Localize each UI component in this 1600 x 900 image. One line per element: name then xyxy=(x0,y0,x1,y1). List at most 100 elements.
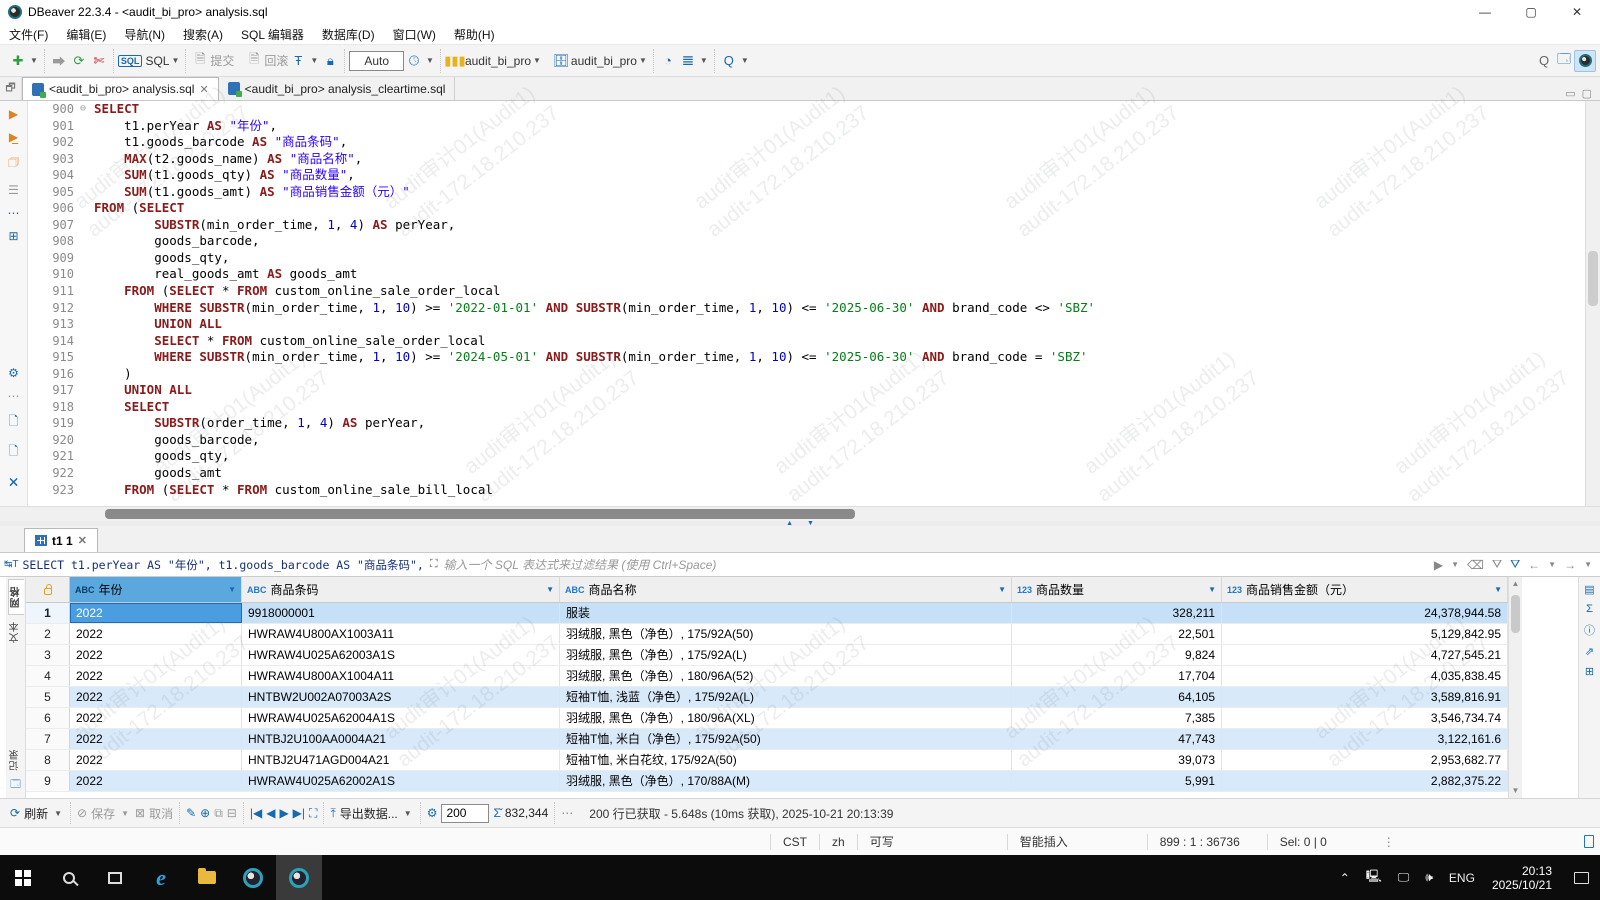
tab-analysis-cleartime-sql[interactable]: <audit_bi_pro> analysis_cleartime.sql xyxy=(219,77,456,100)
export-label[interactable]: 导出数据... xyxy=(340,805,398,822)
cell[interactable]: 短袖T恤, 浅蓝（净色）, 175/92A(L) xyxy=(560,687,1012,707)
execute-script-icon[interactable]: ▶̲ xyxy=(9,130,18,144)
tab-close-icon[interactable]: ✕ xyxy=(199,83,208,96)
save-dropdown[interactable]: ▼ xyxy=(121,809,129,818)
cell[interactable]: 2022 xyxy=(70,666,242,686)
code-line[interactable]: 908 goods_barcode, xyxy=(28,233,1585,250)
export-icon[interactable]: ⤒ xyxy=(330,806,335,821)
scrollbar-thumb[interactable] xyxy=(1511,595,1520,633)
code-area[interactable]: 900⊖SELECT901 t1.perYear AS "年份",902 t1.… xyxy=(28,101,1585,506)
code-line[interactable]: 922 goods_amt xyxy=(28,465,1585,482)
connect-icon[interactable]: ⮕ xyxy=(49,51,69,71)
cell[interactable]: HWRAW4U025A62004A1S xyxy=(242,708,560,728)
cell[interactable]: 羽绒服, 黑色（净色）, 180/96A(XL) xyxy=(560,708,1012,728)
clear-filter-icon[interactable]: ⌫ xyxy=(1467,558,1484,572)
cell[interactable]: 2022 xyxy=(70,645,242,665)
fetch-size-input[interactable] xyxy=(441,804,489,823)
grid-view-tab[interactable]: 网格 xyxy=(8,579,24,615)
code-line[interactable]: 920 goods_barcode, xyxy=(28,432,1585,449)
minimize-button[interactable]: — xyxy=(1462,0,1508,24)
export-dropdown[interactable]: ▼ xyxy=(404,809,412,818)
file-explorer-icon[interactable] xyxy=(184,855,230,900)
datasource-dropdown[interactable]: ▼ xyxy=(533,56,541,65)
cell[interactable]: 64,105 xyxy=(1012,687,1222,707)
menu-item-0[interactable]: 文件(F) xyxy=(0,24,57,44)
compare-dropdown[interactable]: ▼ xyxy=(700,56,708,65)
result-settings-gear-icon[interactable]: ⚙ xyxy=(427,806,438,820)
script-export-icon[interactable]: 🗋 xyxy=(9,412,19,433)
cancel-icon[interactable]: ⊠ xyxy=(135,806,145,820)
code-line[interactable]: 904 SUM(t1.goods_qty) AS "商品数量", xyxy=(28,167,1585,184)
search-icon[interactable]: Q xyxy=(719,51,739,71)
cell[interactable]: 328,211 xyxy=(1012,603,1222,623)
notification-center-icon[interactable] xyxy=(1562,855,1600,900)
new-connection-dropdown[interactable]: ▼ xyxy=(30,56,38,65)
restore-panel-icon[interactable]: 🗗 xyxy=(0,77,22,100)
datasource-select[interactable]: audit_bi_pro xyxy=(465,54,531,68)
column-filter-icon[interactable]: ▼ xyxy=(228,585,236,594)
history-forward-icon[interactable]: → xyxy=(1564,558,1576,572)
row-header-corner[interactable] xyxy=(26,577,70,602)
code-line[interactable]: 907 SUBSTR(min_order_time, 1, 4) AS perY… xyxy=(28,217,1585,234)
statement-list-icon[interactable]: ☰ xyxy=(8,183,19,197)
cell[interactable]: 5,991 xyxy=(1012,771,1222,791)
filter-settings-icon[interactable]: ⛛ xyxy=(1492,557,1502,572)
filter-query-text[interactable]: SELECT t1.perYear AS "年份", t1.goods_barc… xyxy=(23,557,424,573)
forward-dropdown-icon[interactable]: ▼ xyxy=(1584,560,1592,569)
cell[interactable]: 羽绒服, 黑色（净色）, 175/92A(L) xyxy=(560,645,1012,665)
back-dropdown-icon[interactable]: ▼ xyxy=(1548,560,1556,569)
cell[interactable]: 短袖T恤, 米白（净色）, 175/92A(50) xyxy=(560,729,1012,749)
cell[interactable]: 羽绒服, 黑色（净色）, 170/88A(M) xyxy=(560,771,1012,791)
disconnect-icon[interactable]: ✄ xyxy=(89,51,109,71)
cell[interactable]: HWRAW4U025A62003A1S xyxy=(242,645,560,665)
row-number[interactable]: 6 xyxy=(26,708,70,728)
dashboard-icon[interactable]: ◔ xyxy=(658,51,678,71)
first-page-icon[interactable]: |◀ xyxy=(250,806,262,820)
code-line[interactable]: 915 WHERE SUBSTR(min_order_time, 1, 10) … xyxy=(28,349,1585,366)
row-number[interactable]: 2 xyxy=(26,624,70,644)
database-select[interactable]: audit_bi_pro xyxy=(571,54,637,68)
prev-page-icon[interactable]: ◀ xyxy=(266,806,275,820)
maximize-button[interactable]: ▢ xyxy=(1508,0,1554,24)
cell[interactable]: 2,882,375.22 xyxy=(1222,771,1508,791)
cell[interactable]: 2022 xyxy=(70,750,242,770)
cell[interactable]: HWRAW4U800AX1004A11 xyxy=(242,666,560,686)
refresh-label[interactable]: 刷新 xyxy=(24,805,48,822)
menu-item-6[interactable]: 窗口(W) xyxy=(384,24,445,44)
tab-analysis-sql[interactable]: <audit_bi_pro> analysis.sql ✕ xyxy=(22,77,219,100)
table-row-9[interactable]: 92022HWRAW4U025A62002A1S羽绒服, 黑色（净色）, 170… xyxy=(26,771,1508,792)
column-filter-icon[interactable]: ▼ xyxy=(1494,585,1502,594)
save-icon[interactable]: ⊘ xyxy=(77,806,87,820)
start-button[interactable] xyxy=(0,855,46,900)
editor-horizontal-scrollbar[interactable] xyxy=(0,506,1600,521)
menu-item-4[interactable]: SQL 编辑器 xyxy=(232,24,313,44)
text-view-tab[interactable]: 文本 xyxy=(8,615,23,649)
transaction-dropdown[interactable]: ▼ xyxy=(310,56,318,65)
row-count-icon[interactable]: Σ̌ xyxy=(493,806,500,820)
row-number[interactable]: 8 xyxy=(26,750,70,770)
code-line[interactable]: 911 FROM (SELECT * FROM custom_online_sa… xyxy=(28,283,1585,300)
query-log-icon[interactable]: ⊞ xyxy=(8,229,18,243)
compare-icon[interactable]: 𝌆 xyxy=(678,51,698,71)
cell[interactable]: 3,546,734.74 xyxy=(1222,708,1508,728)
cell[interactable]: 17,704 xyxy=(1012,666,1222,686)
cancel-label[interactable]: 取消 xyxy=(149,805,173,822)
minimize-editor-icon[interactable]: ▭ xyxy=(1565,87,1575,100)
cell[interactable]: 2022 xyxy=(70,771,242,791)
column-header-2[interactable]: ABC商品名称▼ xyxy=(560,577,1012,602)
scroll-up-icon[interactable]: ▲ xyxy=(1509,577,1522,591)
calc-panel-icon[interactable]: Σ xyxy=(1586,603,1593,615)
refresh-icon[interactable]: ⟳ xyxy=(10,806,20,820)
menu-item-3[interactable]: 搜索(A) xyxy=(174,24,232,44)
next-page-icon[interactable]: ▶ xyxy=(279,806,288,820)
column-header-3[interactable]: 123商品数量▼ xyxy=(1012,577,1222,602)
search-dropdown[interactable]: ▼ xyxy=(741,56,749,65)
references-panel-icon[interactable]: ⇗ xyxy=(1585,645,1594,658)
refresh-dropdown[interactable]: ▼ xyxy=(54,809,62,818)
commit-mode-select[interactable]: Auto xyxy=(349,51,404,71)
code-line[interactable]: 921 goods_qty, xyxy=(28,448,1585,465)
cell[interactable]: 2022 xyxy=(70,603,242,623)
cell[interactable]: 4,727,545.21 xyxy=(1222,645,1508,665)
script-delete-icon[interactable]: 🗙 xyxy=(9,472,18,493)
dbeaver-taskbar-icon[interactable] xyxy=(230,855,276,900)
